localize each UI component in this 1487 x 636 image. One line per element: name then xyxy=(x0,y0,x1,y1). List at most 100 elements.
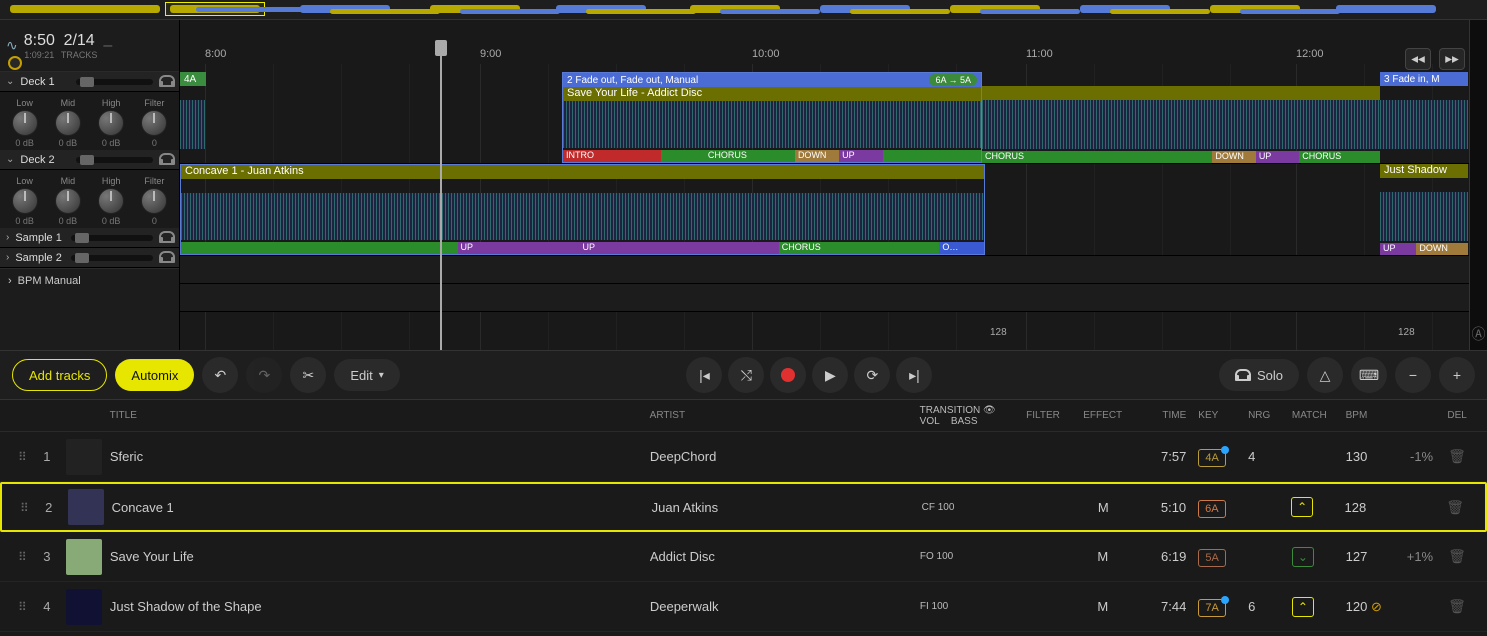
delete-icon[interactable]: 🗑 xyxy=(1446,499,1464,515)
keyboard-button[interactable]: ⌨ xyxy=(1351,357,1387,393)
audio-clip[interactable]: 3 Fade in, M xyxy=(1380,72,1468,163)
knob-filter[interactable] xyxy=(141,110,167,136)
chevron-down-icon[interactable]: ⌄ xyxy=(6,154,14,165)
match-pill[interactable]: ⌄ xyxy=(1292,547,1314,567)
sample2-lane[interactable] xyxy=(180,284,1487,312)
shuffle-button[interactable]: ⤭ xyxy=(728,357,764,393)
clip-header: 4A xyxy=(180,72,206,86)
audio-clip[interactable]: Concave 1 - Juan Atkins|73|81|89|97|105|… xyxy=(180,164,985,255)
key-pill[interactable]: 7A xyxy=(1198,599,1225,617)
delete-icon[interactable]: 🗑 xyxy=(1448,548,1466,564)
audio-clip[interactable]: Just ShadowUPDOWN xyxy=(1380,164,1468,255)
drag-handle-icon[interactable]: ⠿ xyxy=(18,450,25,464)
chevron-down-icon[interactable]: ⌄ xyxy=(6,76,14,87)
knob-mid[interactable] xyxy=(55,110,81,136)
loop-button[interactable]: ⟳ xyxy=(854,357,890,393)
col-transition[interactable]: TRANSITION 👁VOL BASS xyxy=(914,405,1013,427)
playhead[interactable] xyxy=(440,40,442,350)
play-time: 8:50 xyxy=(24,32,55,50)
headphones-icon[interactable] xyxy=(159,153,173,167)
delete-icon[interactable]: 🗑 xyxy=(1448,598,1466,614)
clip-title: Concave 1 - Juan Atkins xyxy=(181,165,984,179)
fastforward-button[interactable]: ▸▸ xyxy=(1439,48,1465,70)
key-pill[interactable]: 4A xyxy=(1198,449,1225,467)
headphones-icon[interactable] xyxy=(159,75,173,89)
headphones-icon[interactable] xyxy=(159,251,173,265)
cut-button[interactable]: ✂ xyxy=(290,357,326,393)
track-title: Sferic xyxy=(104,449,644,464)
track-row[interactable]: ⠿ 3 Save Your Life Addict Disc FO 100 M … xyxy=(0,532,1487,582)
plus-button[interactable]: + xyxy=(1439,357,1475,393)
track-artist: Addict Disc xyxy=(644,549,914,564)
record-button[interactable] xyxy=(770,357,806,393)
knob-low[interactable] xyxy=(12,110,38,136)
match-pill[interactable]: ⌃ xyxy=(1291,497,1313,517)
audio-clip[interactable]: CHORUSDOWNUPCHORUS xyxy=(982,86,1380,163)
track-index: 4 xyxy=(34,599,60,614)
track-row[interactable]: ⠿ 4 Just Shadow of the Shape Deeperwalk … xyxy=(0,582,1487,632)
chevron-right-icon[interactable]: › xyxy=(6,252,9,263)
rewind-button[interactable]: ◂◂ xyxy=(1405,48,1431,70)
knob-filter[interactable] xyxy=(141,188,167,214)
deck-fader[interactable] xyxy=(76,79,153,85)
add-tracks-button[interactable]: Add tracks xyxy=(12,359,107,391)
track-time: 7:44 xyxy=(1133,599,1193,614)
drag-handle-icon[interactable]: ⠿ xyxy=(18,550,25,564)
metronome-button[interactable]: △ xyxy=(1307,357,1343,393)
solo-button[interactable]: Solo xyxy=(1219,359,1299,391)
sample-fader[interactable] xyxy=(71,235,153,241)
overview-strip[interactable] xyxy=(0,0,1487,20)
track-row[interactable]: ⠿ 2 Concave 1 Juan Atkins CF 100 M 5:10 … xyxy=(0,482,1487,532)
track-index: 3 xyxy=(34,549,60,564)
ruler-tick: 8:00 xyxy=(205,48,226,60)
skip-forward-button[interactable]: ▸| xyxy=(896,357,932,393)
track-pct: -1% xyxy=(1389,449,1439,464)
sample1-lane[interactable] xyxy=(180,256,1487,284)
deck2-lane[interactable]: Concave 1 - Juan Atkins|73|81|89|97|105|… xyxy=(180,164,1487,256)
chevron-right-icon: › xyxy=(8,275,12,287)
drag-handle-icon[interactable]: ⠿ xyxy=(20,501,27,515)
skip-back-button[interactable]: |◂ xyxy=(686,357,722,393)
knob-low[interactable] xyxy=(12,188,38,214)
delete-icon[interactable]: 🗑 xyxy=(1448,448,1466,464)
col-artist[interactable]: ARTIST xyxy=(644,410,914,421)
col-nrg[interactable]: NRG xyxy=(1242,410,1286,421)
drag-handle-icon[interactable]: ⠿ xyxy=(18,600,25,614)
redo-button[interactable]: ↷ xyxy=(246,357,282,393)
clock-icon[interactable] xyxy=(8,56,22,70)
match-pill[interactable]: ⌃ xyxy=(1292,597,1314,617)
col-time[interactable]: TIME xyxy=(1133,410,1193,421)
undo-button[interactable]: ↶ xyxy=(202,357,238,393)
deck1-lane[interactable]: 4A 2 Fade out, Fade out, Manual6A → 5ASav… xyxy=(180,72,1487,164)
album-art xyxy=(66,589,102,625)
deck-fader[interactable] xyxy=(76,157,153,163)
headphones-icon[interactable] xyxy=(159,231,173,245)
edit-menu-button[interactable]: Edit ▾ xyxy=(334,359,399,391)
sample-row-2: › Sample 2 xyxy=(0,248,179,268)
col-title[interactable]: TITLE xyxy=(104,410,644,421)
deck-row-2: ⌄ Deck 2 xyxy=(0,150,179,170)
automix-button[interactable]: Automix xyxy=(115,359,194,391)
col-bpm[interactable]: BPM xyxy=(1340,410,1390,421)
track-effect: M xyxy=(1074,500,1133,515)
play-button[interactable]: ▶ xyxy=(812,357,848,393)
knob-high[interactable] xyxy=(98,110,124,136)
track-energy: 4 xyxy=(1242,449,1286,464)
col-match[interactable]: MATCH xyxy=(1286,410,1340,421)
key-pill[interactable]: 5A xyxy=(1198,549,1225,567)
minus-button[interactable]: − xyxy=(1395,357,1431,393)
key-pill[interactable]: 6A xyxy=(1198,500,1225,518)
track-row[interactable]: ⠿ 1 Sferic DeepChord 7:57 4A 4 130 -1% 🗑 xyxy=(0,432,1487,482)
sample-fader[interactable] xyxy=(71,255,153,261)
audio-clip[interactable]: 4A xyxy=(180,72,206,163)
anchor-icon[interactable]: Ⓐ xyxy=(1472,324,1486,344)
col-key[interactable]: KEY xyxy=(1192,410,1242,421)
time-ruler[interactable]: 8:009:0010:0011:0012:00 ◂◂ ▸▸ xyxy=(180,20,1487,72)
audio-clip[interactable]: 2 Fade out, Fade out, Manual6A → 5ASave … xyxy=(562,72,982,163)
knob-mid[interactable] xyxy=(55,188,81,214)
bpm-manual-row[interactable]: › BPM Manual xyxy=(0,268,179,293)
sample-row-1: › Sample 1 xyxy=(0,228,179,248)
knob-high[interactable] xyxy=(98,188,124,214)
timeline[interactable]: 8:009:0010:0011:0012:00 ◂◂ ▸▸ 4A 2 Fade o… xyxy=(180,20,1487,350)
chevron-right-icon[interactable]: › xyxy=(6,232,9,243)
